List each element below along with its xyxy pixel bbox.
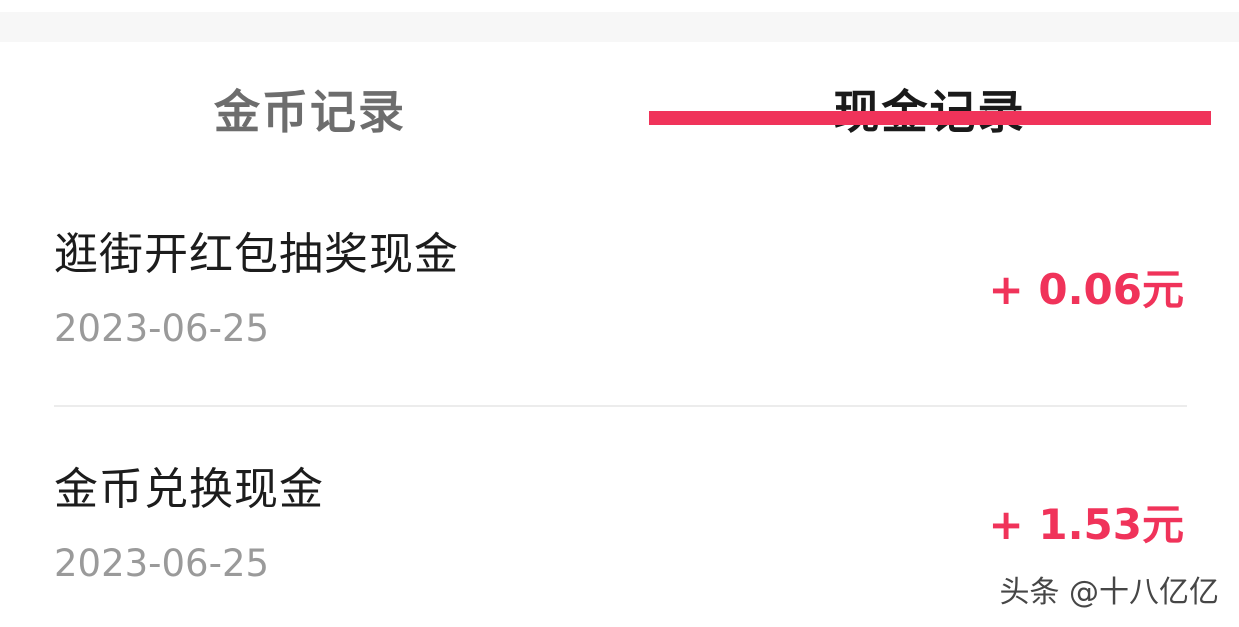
list-item[interactable]: 逛街开红包抽奖现金 2023-06-25 + 0.06元 (0, 195, 1239, 395)
record-title: 金币兑换现金 (54, 464, 324, 515)
tab-coin-records[interactable]: 金币记录 (0, 82, 620, 142)
divider (54, 405, 1187, 407)
top-bar (0, 0, 1239, 42)
cash-records-screen: 金币记录 现金记录 逛街开红包抽奖现金 2023-06-25 + 0.06元 金… (0, 0, 1239, 627)
watermark: 头条 @十八亿亿 (999, 575, 1219, 610)
record-date: 2023-06-25 (54, 542, 270, 585)
record-amount: + 0.06元 (988, 265, 1184, 314)
record-title: 逛街开红包抽奖现金 (54, 229, 459, 280)
active-tab-indicator (649, 111, 1211, 125)
record-date: 2023-06-25 (54, 307, 270, 350)
record-amount: + 1.53元 (988, 500, 1184, 549)
